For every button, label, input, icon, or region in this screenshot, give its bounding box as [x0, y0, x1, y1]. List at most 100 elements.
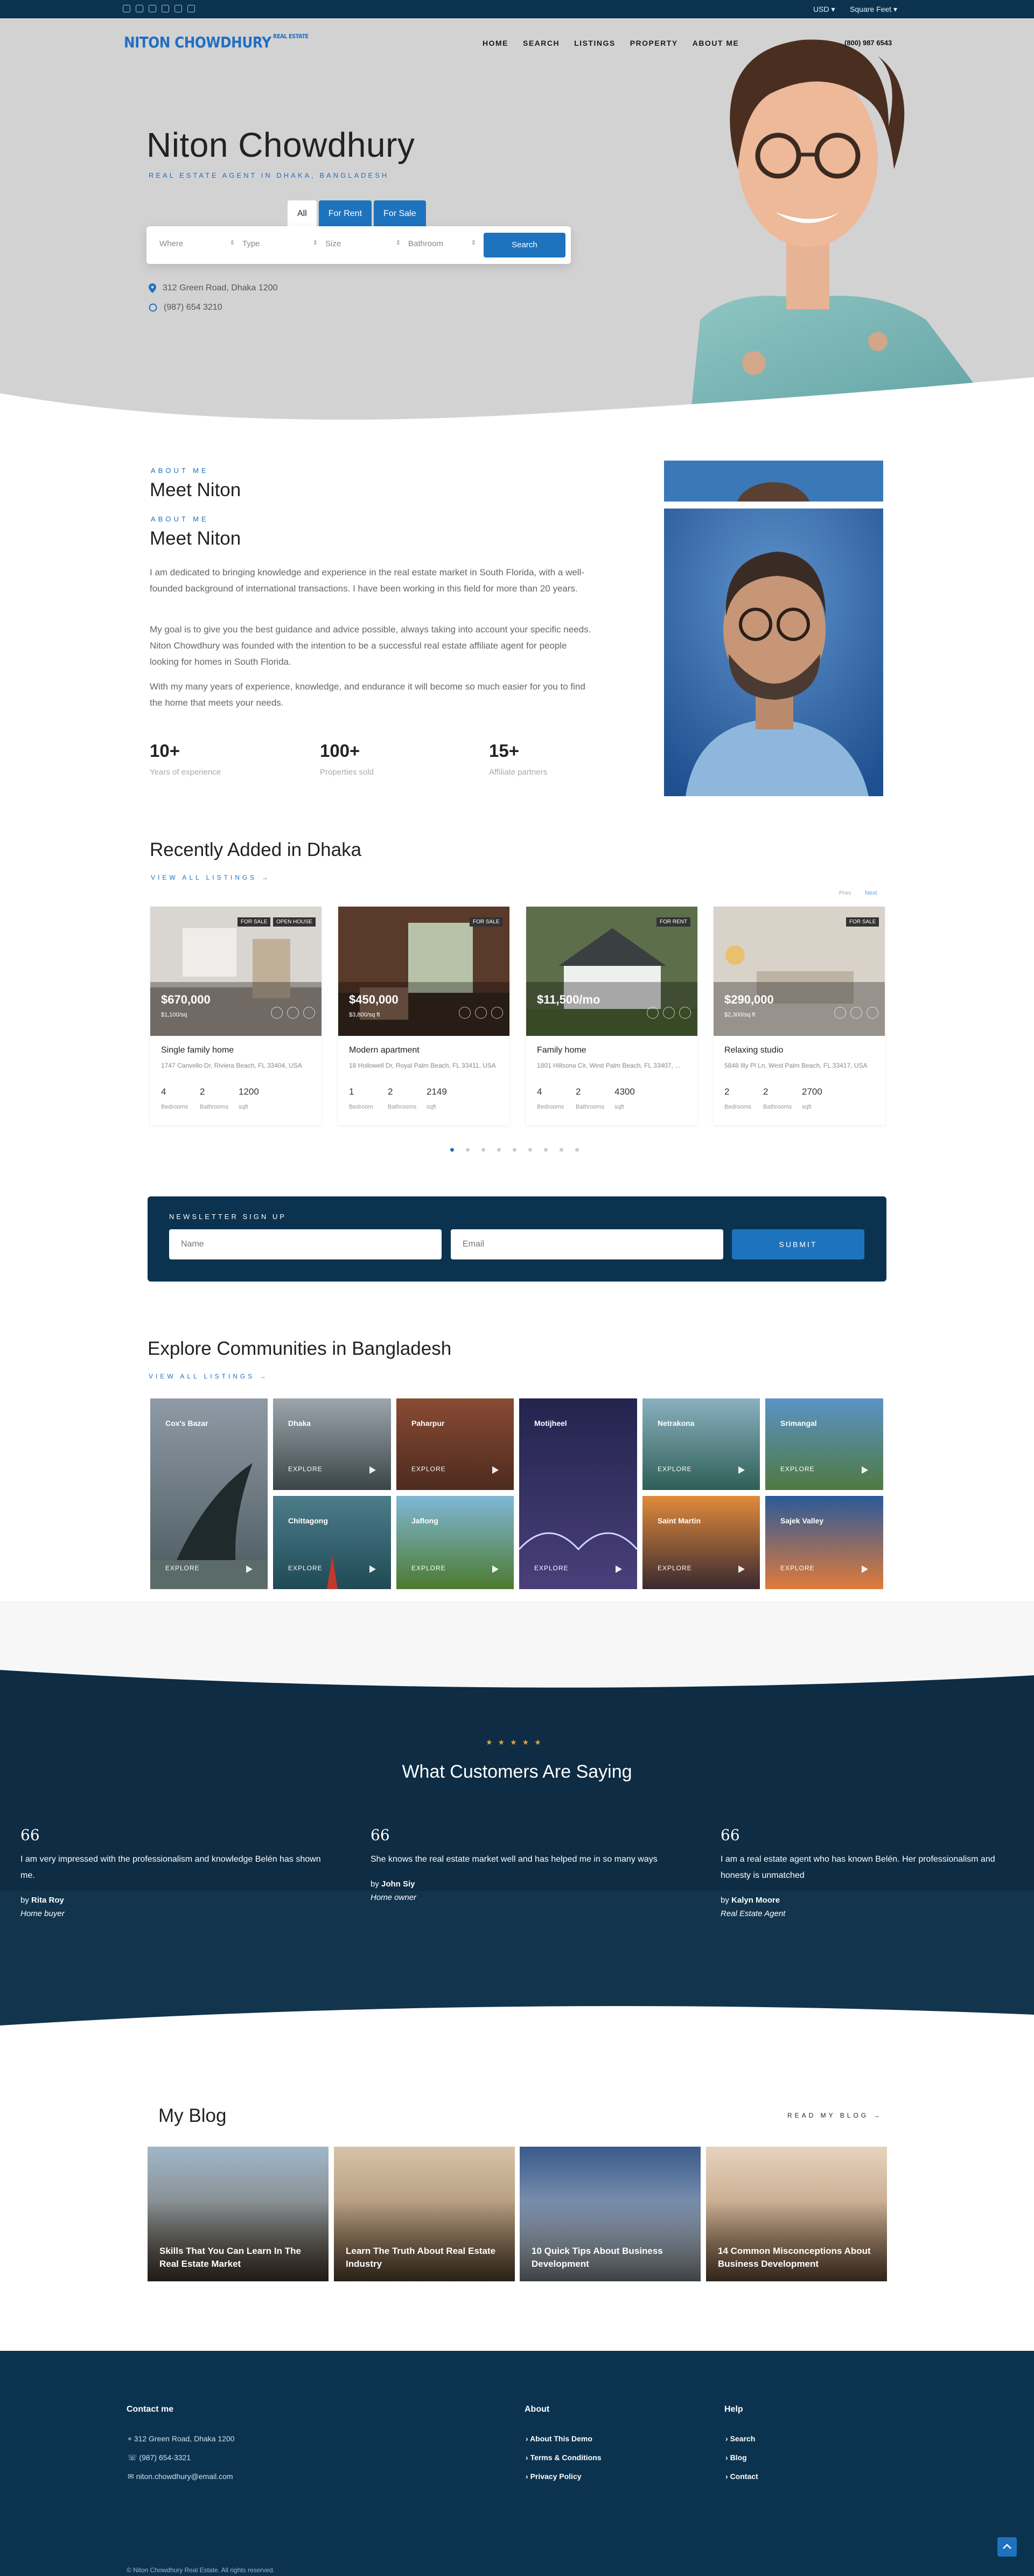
- community-tile[interactable]: Srimangal EXPLORE: [765, 1398, 883, 1490]
- carousel-dot[interactable]: [497, 1148, 501, 1152]
- footer-help-title: Help: [724, 2405, 743, 2414]
- footer-link-search[interactable]: › Search: [725, 2434, 755, 2443]
- heart-icon[interactable]: [663, 1007, 675, 1019]
- chevron-down-icon: ⇕: [395, 240, 401, 246]
- tab-for-sale[interactable]: For Sale: [374, 200, 426, 227]
- post-title[interactable]: 14 Common Misconceptions About Business …: [718, 2245, 879, 2271]
- expand-icon[interactable]: [271, 1007, 283, 1019]
- twitter-icon[interactable]: [136, 5, 143, 12]
- facebook-icon[interactable]: [123, 5, 130, 12]
- linkedin-icon[interactable]: [149, 5, 156, 12]
- carousel-dot[interactable]: [575, 1148, 579, 1152]
- hero-phone-text[interactable]: (987) 654 3210: [164, 303, 222, 312]
- listing-beds: 1: [349, 1087, 354, 1097]
- unit-select[interactable]: Square Feet ▾: [850, 5, 897, 14]
- footer-link-about-demo[interactable]: › About This Demo: [526, 2434, 592, 2443]
- post-title[interactable]: Skills That You Can Learn In The Real Es…: [159, 2245, 321, 2271]
- listing-card[interactable]: FOR SALE $290,000 $2,300/sq ft Relaxing …: [714, 907, 885, 1125]
- header-phone[interactable]: (800) 987 6543: [844, 39, 892, 47]
- newsletter-name-input[interactable]: [169, 1229, 442, 1259]
- listing-title[interactable]: Family home: [537, 1046, 586, 1055]
- copyright: © Niton Chowdhury Real Estate. All right…: [127, 2566, 275, 2574]
- community-tile[interactable]: Cox's Bazar EXPLORE: [150, 1398, 268, 1589]
- community-name: Cox's Bazar: [165, 1419, 208, 1428]
- expand-icon[interactable]: [834, 1007, 846, 1019]
- where-select[interactable]: Where ⇕: [159, 239, 235, 248]
- menu-about[interactable]: ABOUT ME: [693, 39, 739, 47]
- compare-icon[interactable]: [491, 1007, 503, 1019]
- community-tile[interactable]: Chittagong EXPLORE: [273, 1496, 391, 1589]
- community-tile[interactable]: Dhaka EXPLORE: [273, 1398, 391, 1490]
- bathroom-select[interactable]: Bathroom ⇕: [408, 239, 476, 248]
- heart-icon[interactable]: [850, 1007, 862, 1019]
- blog-post[interactable]: 14 Common Misconceptions About Business …: [706, 2147, 887, 2281]
- type-select[interactable]: Type ⇕: [242, 239, 318, 248]
- carousel-dot[interactable]: [481, 1148, 485, 1152]
- footer-link-blog[interactable]: › Blog: [725, 2453, 747, 2462]
- community-tile[interactable]: Paharpur EXPLORE: [396, 1398, 514, 1490]
- community-tile[interactable]: Motijheel EXPLORE: [519, 1398, 637, 1589]
- about-paragraph-3: With my many years of experience, knowle…: [150, 681, 585, 708]
- footer-link-privacy[interactable]: › Privacy Policy: [526, 2472, 582, 2481]
- listing-title[interactable]: Relaxing studio: [724, 1046, 783, 1055]
- community-tile[interactable]: Jaflong EXPLORE: [396, 1496, 514, 1589]
- compare-icon[interactable]: [679, 1007, 691, 1019]
- beds-label: Bedroom: [349, 1104, 373, 1110]
- status-badge: FOR SALE: [470, 917, 503, 927]
- listing-card[interactable]: FOR RENT $11,500/mo Family home 1801 Hil…: [526, 907, 697, 1125]
- carousel-dot[interactable]: [513, 1148, 516, 1152]
- listing-address: 1801 Hillsona Cir, West Palm Beach, FL 3…: [537, 1062, 681, 1069]
- carousel-dot[interactable]: [450, 1148, 454, 1152]
- menu-listings[interactable]: LISTINGS: [574, 39, 616, 47]
- back-to-top-button[interactable]: [997, 2537, 1017, 2557]
- youtube-icon[interactable]: [187, 5, 195, 12]
- listing-title[interactable]: Single family home: [161, 1046, 234, 1055]
- view-all-listings-link[interactable]: VIEW ALL LISTINGS →: [151, 874, 271, 881]
- pinterest-icon[interactable]: [174, 5, 182, 12]
- carousel-dot[interactable]: [528, 1148, 532, 1152]
- heart-icon[interactable]: [475, 1007, 487, 1019]
- carousel-next[interactable]: Next: [865, 890, 877, 896]
- footer-link-terms[interactable]: › Terms & Conditions: [526, 2453, 602, 2462]
- listing-card[interactable]: FOR SALE $450,000 $3,800/sq ft Modern ap…: [338, 907, 509, 1125]
- tab-all[interactable]: All: [288, 200, 317, 227]
- tab-for-rent[interactable]: For Rent: [318, 200, 372, 227]
- community-tile[interactable]: Netrakona EXPLORE: [642, 1398, 760, 1490]
- listing-title[interactable]: Modern apartment: [349, 1046, 420, 1055]
- compare-icon[interactable]: [303, 1007, 315, 1019]
- footer-phone[interactable]: ☏ (987) 654-3321: [128, 2453, 191, 2462]
- read-blog-link[interactable]: READ MY BLOG →: [787, 2112, 882, 2119]
- carousel-dot[interactable]: [544, 1148, 548, 1152]
- site-logo[interactable]: NITON CHOWDHURY REAL ESTATE: [124, 33, 309, 51]
- currency-select[interactable]: USD ▾: [813, 5, 835, 14]
- expand-icon[interactable]: [459, 1007, 471, 1019]
- listing-card[interactable]: FOR SALE OPEN HOUSE $670,000 $1,100/sq S…: [150, 907, 322, 1125]
- menu-home[interactable]: HOME: [483, 39, 508, 47]
- menu-search[interactable]: SEARCH: [523, 39, 560, 47]
- community-tile[interactable]: Sajek Valley EXPLORE: [765, 1496, 883, 1589]
- communities-view-all-link[interactable]: VIEW ALL LISTINGS →: [149, 1373, 269, 1380]
- post-title[interactable]: Learn The Truth About Real Estate Indust…: [346, 2245, 507, 2271]
- blog-post[interactable]: 10 Quick Tips About Business Development: [520, 2147, 701, 2281]
- heart-icon[interactable]: [287, 1007, 299, 1019]
- expand-icon[interactable]: [647, 1007, 659, 1019]
- blog-post[interactable]: Skills That You Can Learn In The Real Es…: [148, 2147, 329, 2281]
- carousel-dot[interactable]: [560, 1148, 563, 1152]
- post-title[interactable]: 10 Quick Tips About Business Development: [532, 2245, 693, 2271]
- compare-icon[interactable]: [867, 1007, 878, 1019]
- footer-email[interactable]: ✉ niton.chowdhury@email.com: [128, 2472, 233, 2481]
- newsletter-submit-button[interactable]: SUBMIT: [732, 1229, 864, 1259]
- community-tile[interactable]: Saint Martin EXPLORE: [642, 1496, 760, 1589]
- carousel-prev[interactable]: Prev: [839, 890, 851, 896]
- footer-link-contact[interactable]: › Contact: [725, 2472, 758, 2481]
- menu-property[interactable]: PROPERTY: [630, 39, 678, 47]
- newsletter-email-input[interactable]: [451, 1229, 723, 1259]
- carousel-dot[interactable]: [466, 1148, 470, 1152]
- size-select[interactable]: Size ⇕: [325, 239, 401, 248]
- instagram-icon[interactable]: [162, 5, 169, 12]
- explore-label: EXPLORE: [411, 1465, 446, 1473]
- explore-label: EXPLORE: [534, 1564, 569, 1572]
- search-button[interactable]: Search: [484, 233, 565, 257]
- blog-post[interactable]: Learn The Truth About Real Estate Indust…: [334, 2147, 515, 2281]
- baths-label: Bathrooms: [763, 1104, 792, 1110]
